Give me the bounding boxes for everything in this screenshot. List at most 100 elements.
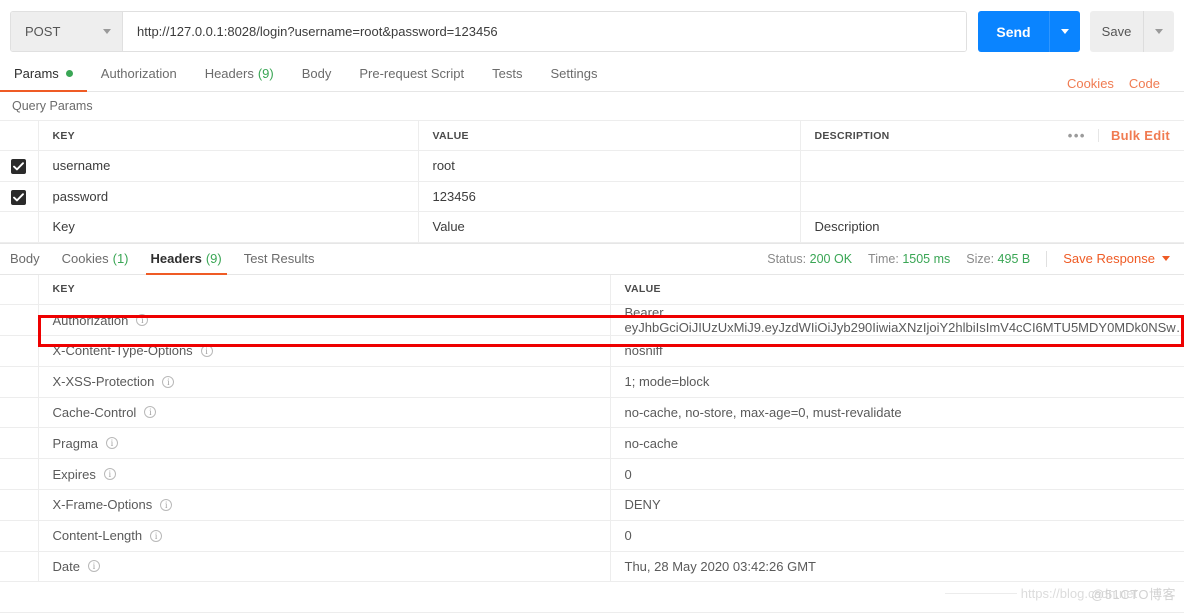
chevron-down-icon	[1061, 29, 1069, 34]
header-key-cell: Expires i	[38, 458, 611, 490]
chevron-down-icon	[1155, 29, 1163, 34]
time-value: 1505 ms	[902, 251, 951, 266]
header-value: Thu, 28 May 2020 03:42:26 GMT	[610, 551, 1184, 583]
select-all-cell	[0, 120, 39, 151]
query-params-table: KEY VALUE DESCRIPTION ••• Bulk Edit user…	[0, 120, 1184, 243]
tab-authorization[interactable]: Authorization	[87, 55, 191, 91]
table-row[interactable]: Date i Thu, 28 May 2020 03:42:26 GMT	[0, 551, 1184, 583]
column-header-value: VALUE	[610, 274, 1184, 305]
spacer-cell	[0, 520, 39, 552]
code-link[interactable]: Code	[1129, 76, 1160, 91]
header-key-cell: Authorization i	[38, 304, 611, 336]
param-value[interactable]: root	[418, 150, 801, 182]
query-params-header-row: KEY VALUE DESCRIPTION ••• Bulk Edit	[0, 120, 1184, 151]
bulk-edit-link[interactable]: Bulk Edit	[1111, 128, 1170, 143]
column-header-description: DESCRIPTION ••• Bulk Edit	[800, 120, 1184, 151]
request-tabs: Params Authorization Headers (9) Body Pr…	[0, 56, 1184, 92]
tab-settings[interactable]: Settings	[536, 55, 611, 91]
info-icon[interactable]: i	[103, 468, 116, 481]
response-tab-body[interactable]: Body	[0, 243, 51, 274]
table-row[interactable]: Cache-Control i no-cache, no-store, max-…	[0, 397, 1184, 429]
size-label: Size:	[966, 251, 995, 266]
postman-window: POST Send Save Params Authorization	[0, 0, 1184, 613]
spacer-cell	[0, 397, 39, 429]
url-input[interactable]	[123, 12, 966, 51]
chevron-down-icon	[103, 29, 111, 34]
param-key[interactable]: password	[38, 180, 419, 212]
table-row[interactable]: password 123456	[0, 180, 1184, 212]
table-row[interactable]: username root	[0, 150, 1184, 182]
spacer-cell	[0, 304, 39, 336]
checkbox-checked-icon[interactable]	[11, 159, 27, 175]
table-row-placeholder[interactable]: Key Value Description	[0, 211, 1184, 243]
table-row[interactable]: Authorization i Bearer eyJhbGciOiJIUzUxM…	[0, 304, 1184, 336]
header-value: no-cache	[610, 427, 1184, 460]
param-key-placeholder[interactable]: Key	[38, 211, 419, 243]
response-tab-test-results[interactable]: Test Results	[233, 243, 326, 274]
info-icon[interactable]: i	[200, 344, 213, 357]
info-icon[interactable]: i	[106, 437, 119, 450]
info-icon[interactable]: i	[162, 375, 175, 388]
send-options-button[interactable]	[1049, 11, 1080, 52]
tab-pre-request-script[interactable]: Pre-request Script	[345, 55, 478, 91]
tab-tests[interactable]: Tests	[478, 55, 536, 91]
header-value: 0	[610, 458, 1184, 490]
param-value[interactable]: 123456	[418, 180, 801, 212]
param-description[interactable]	[800, 150, 1184, 182]
header-key: Authorization	[52, 312, 129, 328]
tab-body[interactable]: Body	[288, 55, 346, 91]
send-group: Send	[978, 11, 1080, 52]
save-response-button[interactable]: Save Response	[1063, 251, 1170, 266]
table-row[interactable]: Pragma i no-cache	[0, 427, 1184, 460]
tab-count: (1)	[112, 251, 129, 266]
status-group: Status: 200 OK	[767, 252, 852, 266]
spacer-cell	[0, 274, 39, 305]
table-row[interactable]: Content-Length i 0	[0, 520, 1184, 552]
cookies-link[interactable]: Cookies	[1067, 76, 1114, 91]
watermark-cto: @51CTO博客	[1091, 587, 1176, 602]
table-row[interactable]: Expires i 0	[0, 458, 1184, 490]
response-tab-cookies[interactable]: Cookies (1)	[51, 243, 140, 274]
response-headers-header-row: KEY VALUE	[0, 274, 1184, 305]
save-options-button[interactable]	[1143, 11, 1174, 52]
table-row[interactable]: X-Frame-Options i DENY	[0, 489, 1184, 521]
info-icon[interactable]: i	[87, 560, 100, 573]
param-value-placeholder[interactable]: Value	[418, 211, 801, 243]
info-icon[interactable]: i	[160, 498, 173, 511]
response-headers-table: KEY VALUE Authorization i Bearer eyJhbGc…	[0, 274, 1184, 583]
http-method-label: POST	[25, 24, 61, 39]
watermark: https://blog.csdn.net @51CTO博客	[944, 584, 1176, 603]
tab-headers[interactable]: Headers (9)	[191, 55, 288, 91]
row-checkbox-cell	[0, 180, 39, 212]
header-key-cell: Content-Length i	[38, 520, 611, 552]
checkbox-checked-icon[interactable]	[11, 189, 27, 205]
header-key: Date	[52, 558, 80, 574]
tab-label: Headers	[204, 65, 254, 81]
save-group: Save	[1090, 11, 1174, 52]
table-row[interactable]: X-XSS-Protection i 1; mode=block	[0, 366, 1184, 398]
http-method-select[interactable]: POST	[11, 12, 123, 51]
table-row[interactable]: X-Content-Type-Options i nosniff	[0, 335, 1184, 367]
info-icon[interactable]: i	[144, 406, 157, 419]
modified-dot-icon	[65, 69, 73, 77]
tab-label: Headers	[150, 251, 202, 266]
response-tab-headers[interactable]: Headers (9)	[140, 243, 233, 275]
param-description[interactable]	[800, 180, 1184, 212]
spacer-cell	[0, 551, 39, 583]
send-button[interactable]: Send	[978, 11, 1049, 52]
info-icon[interactable]: i	[136, 314, 149, 326]
column-header-description-label: DESCRIPTION	[814, 129, 890, 142]
info-icon[interactable]: i	[150, 529, 163, 542]
tab-label: Tests	[492, 65, 523, 81]
more-options-icon[interactable]: •••	[1068, 129, 1099, 142]
header-value: nosniff	[610, 335, 1184, 367]
header-key-cell: X-Frame-Options i	[38, 489, 611, 521]
tab-params[interactable]: Params	[0, 55, 87, 92]
divider	[1046, 250, 1048, 267]
tab-label: Settings	[550, 65, 598, 81]
param-description-placeholder[interactable]: Description	[800, 211, 1184, 243]
header-key: Cache-Control	[52, 404, 137, 420]
param-key[interactable]: username	[38, 150, 419, 182]
save-button[interactable]: Save	[1090, 11, 1143, 52]
header-key-cell: Pragma i	[38, 427, 611, 460]
